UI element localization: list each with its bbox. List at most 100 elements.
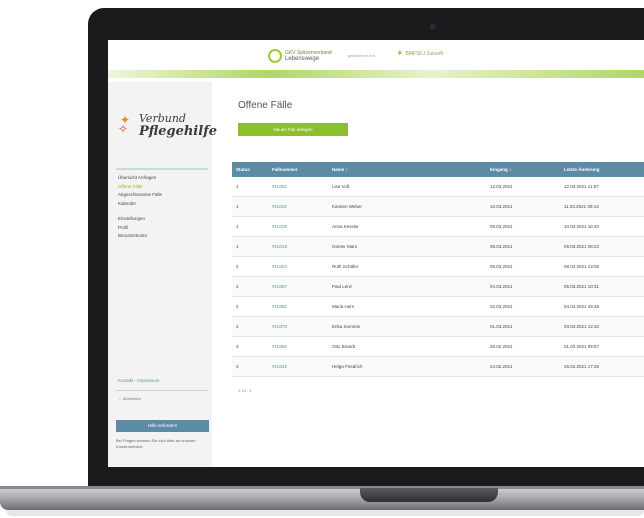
cell-status: 1 [232, 177, 268, 197]
page-title: Offene Fälle [238, 100, 293, 111]
laptop-base [0, 486, 644, 510]
laptop-screen: GKV Spitzenverband Lebenswege gefördert … [108, 40, 644, 467]
table-row[interactable]: 2 #10381 Maria Horn 02.03.2021 04.03.2021 15… [232, 296, 644, 317]
cell-changed: 10.03.2021 16:40 [560, 216, 644, 237]
cell-id[interactable]: #10397 [268, 276, 328, 297]
cell-date: 24.02.2021 [486, 356, 560, 377]
cell-date: 04.03.2021 [486, 276, 560, 297]
cell-changed: 11.03.2021 09:14 [560, 196, 644, 217]
partner-logo-lebenswege: GKV Spitzenverband Lebenswege [268, 46, 340, 66]
table-row[interactable]: 3 #10342 Helga Friedrich 24.02.2021 26.02.20… [232, 356, 644, 377]
laptop-base-lip [0, 486, 644, 489]
brand-line2: Pflegehilfe [139, 124, 218, 139]
table-row[interactable]: 1 #10429 Anna Kessler 09.03.2021 10.03.2021 … [232, 216, 644, 237]
cell-changed: 26.02.2021 17:26 [560, 356, 644, 377]
cell-status: 2 [232, 296, 268, 317]
cell-name: Karsten Weber [328, 196, 486, 217]
cell-id[interactable]: #10418 [268, 236, 328, 257]
table-row[interactable]: 1 #10451 Lisa Voß 12.03.2021 12.03.2021 11:5… [232, 177, 644, 197]
sidebar-item-closed-cases[interactable]: Abgeschlossene Fälle [118, 191, 162, 200]
cell-changed: 04.03.2021 15:48 [560, 296, 644, 317]
table-row[interactable]: 1 #10432 Karsten Weber 10.03.2021 11.03.2021… [232, 196, 644, 217]
star-icon: ✶ [396, 48, 404, 58]
cell-name: Paul Lenz [328, 276, 486, 297]
cell-date: 02.03.2021 [486, 296, 560, 317]
partner-circle-icon [268, 49, 282, 63]
cases-table: Status Fallnummer Name ↕ Eingang ↕ Letzte Än… [232, 162, 644, 377]
table-row[interactable]: 2 #10397 Paul Lenz 04.03.2021 05.03.2021 10:… [232, 276, 644, 297]
cell-status: 3 [232, 356, 268, 377]
help-button[interactable]: Hilfe anfordern [116, 420, 209, 432]
cell-status: 1 [232, 216, 268, 237]
cell-date: 26.02.2021 [486, 336, 560, 357]
column-header[interactable]: Eingang ↕ [486, 162, 560, 177]
column-header[interactable]: Name ↕ [328, 162, 486, 177]
cell-id[interactable]: #10432 [268, 196, 328, 217]
column-header[interactable]: Letzte Änderung [560, 162, 644, 177]
cell-date: 09.03.2021 [486, 216, 560, 237]
brand-star-icon: ✦ ✧ [118, 113, 131, 136]
column-header[interactable]: Status [232, 162, 268, 177]
sidebar-note: Bei Fragen wenden Sie sich bitte an unse… [116, 438, 196, 449]
cell-id[interactable]: #10451 [268, 177, 328, 197]
header-green-stripe [108, 70, 644, 78]
cell-name: Günter Marx [328, 236, 486, 257]
logout-link[interactable]: ← Abmelden [118, 396, 141, 401]
cell-name: Ruth Schäfer [328, 256, 486, 277]
cell-id[interactable]: #10356 [268, 336, 328, 357]
cell-id[interactable]: #10370 [268, 316, 328, 337]
sidebar-nav: Übersicht Anfragen Offene Fälle Abgeschl… [118, 174, 162, 241]
partner1-line2: Lebenswege [285, 56, 320, 62]
table-row[interactable]: 3 #10356 Otto Brandt 26.02.2021 01.03.2021 0… [232, 336, 644, 357]
camera-icon [430, 24, 436, 30]
cell-name: Lisa Voß [328, 177, 486, 197]
cell-name: Maria Horn [328, 296, 486, 317]
cell-id[interactable]: #10404 [268, 256, 328, 277]
cell-status: 3 [232, 336, 268, 357]
top-header: GKV Spitzenverband Lebenswege gefördert … [108, 40, 644, 70]
cell-changed: 08.03.2021 13:05 [560, 256, 644, 277]
footer-link[interactable]: Kontakt · Impressum [118, 378, 160, 383]
sidebar-item-overview[interactable]: Übersicht Anfragen [118, 174, 162, 183]
cell-status: 2 [232, 276, 268, 297]
cell-name: Erika Sommer [328, 316, 486, 337]
nav-gap [118, 208, 162, 215]
laptop-notch [360, 488, 498, 502]
sidebar-divider [116, 168, 208, 170]
cell-changed: 01.03.2021 09:57 [560, 336, 644, 357]
cell-id[interactable]: #10342 [268, 356, 328, 377]
cell-date: 01.03.2021 [486, 316, 560, 337]
partner-logo-2: ✶ BMFSFJ Zukunft [396, 48, 443, 59]
new-case-button[interactable]: Neuen Fall anlegen [238, 123, 348, 136]
cell-id[interactable]: #10381 [268, 296, 328, 317]
sidebar-item-open-cases[interactable]: Offene Fälle [118, 183, 162, 192]
partner2-label: BMFSFJ Zukunft [405, 50, 444, 57]
cell-changed: 05.03.2021 10:31 [560, 276, 644, 297]
sidebar-item-settings[interactable]: Einstellungen [118, 215, 162, 224]
cell-status: 1 [232, 236, 268, 257]
cell-date: 10.03.2021 [486, 196, 560, 217]
cell-status: 2 [232, 316, 268, 337]
table-row[interactable]: 2 #10404 Ruth Schäfer 05.03.2021 08.03.2021 … [232, 256, 644, 277]
cell-name: Anna Kessler [328, 216, 486, 237]
cell-status: 2 [232, 256, 268, 277]
sidebar-item-account[interactable]: Benutzerkonto [118, 232, 162, 241]
cell-date: 12.03.2021 [486, 177, 560, 197]
cell-name: Helga Friedrich [328, 356, 486, 377]
laptop-shadow [6, 510, 644, 516]
sidebar-item-profile[interactable]: Profil [118, 224, 162, 233]
pagination[interactable]: 1-10 · 1 [238, 388, 252, 393]
sidebar-item-calendar[interactable]: Kalender [118, 200, 162, 209]
partner-caption: gefördert durch [348, 53, 376, 58]
column-header[interactable]: Fallnummer [268, 162, 328, 177]
cell-date: 05.03.2021 [486, 256, 560, 277]
table-row[interactable]: 2 #10370 Erika Sommer 01.03.2021 03.03.2021 … [232, 316, 644, 337]
brand-logo[interactable]: ✦ ✧ Verbund Pflegehilfe [118, 112, 217, 138]
table-row[interactable]: 1 #10418 Günter Marx 08.03.2021 09.03.2021 0… [232, 236, 644, 257]
cell-changed: 12.03.2021 11:57 [560, 177, 644, 197]
cell-changed: 03.03.2021 12:10 [560, 316, 644, 337]
sidebar: ✦ ✧ Verbund Pflegehilfe Übersicht Anfrage… [108, 82, 217, 467]
table-body: 1 #10451 Lisa Voß 12.03.2021 12.03.2021 11:5… [232, 177, 644, 377]
cell-id[interactable]: #10429 [268, 216, 328, 237]
cell-status: 1 [232, 196, 268, 217]
